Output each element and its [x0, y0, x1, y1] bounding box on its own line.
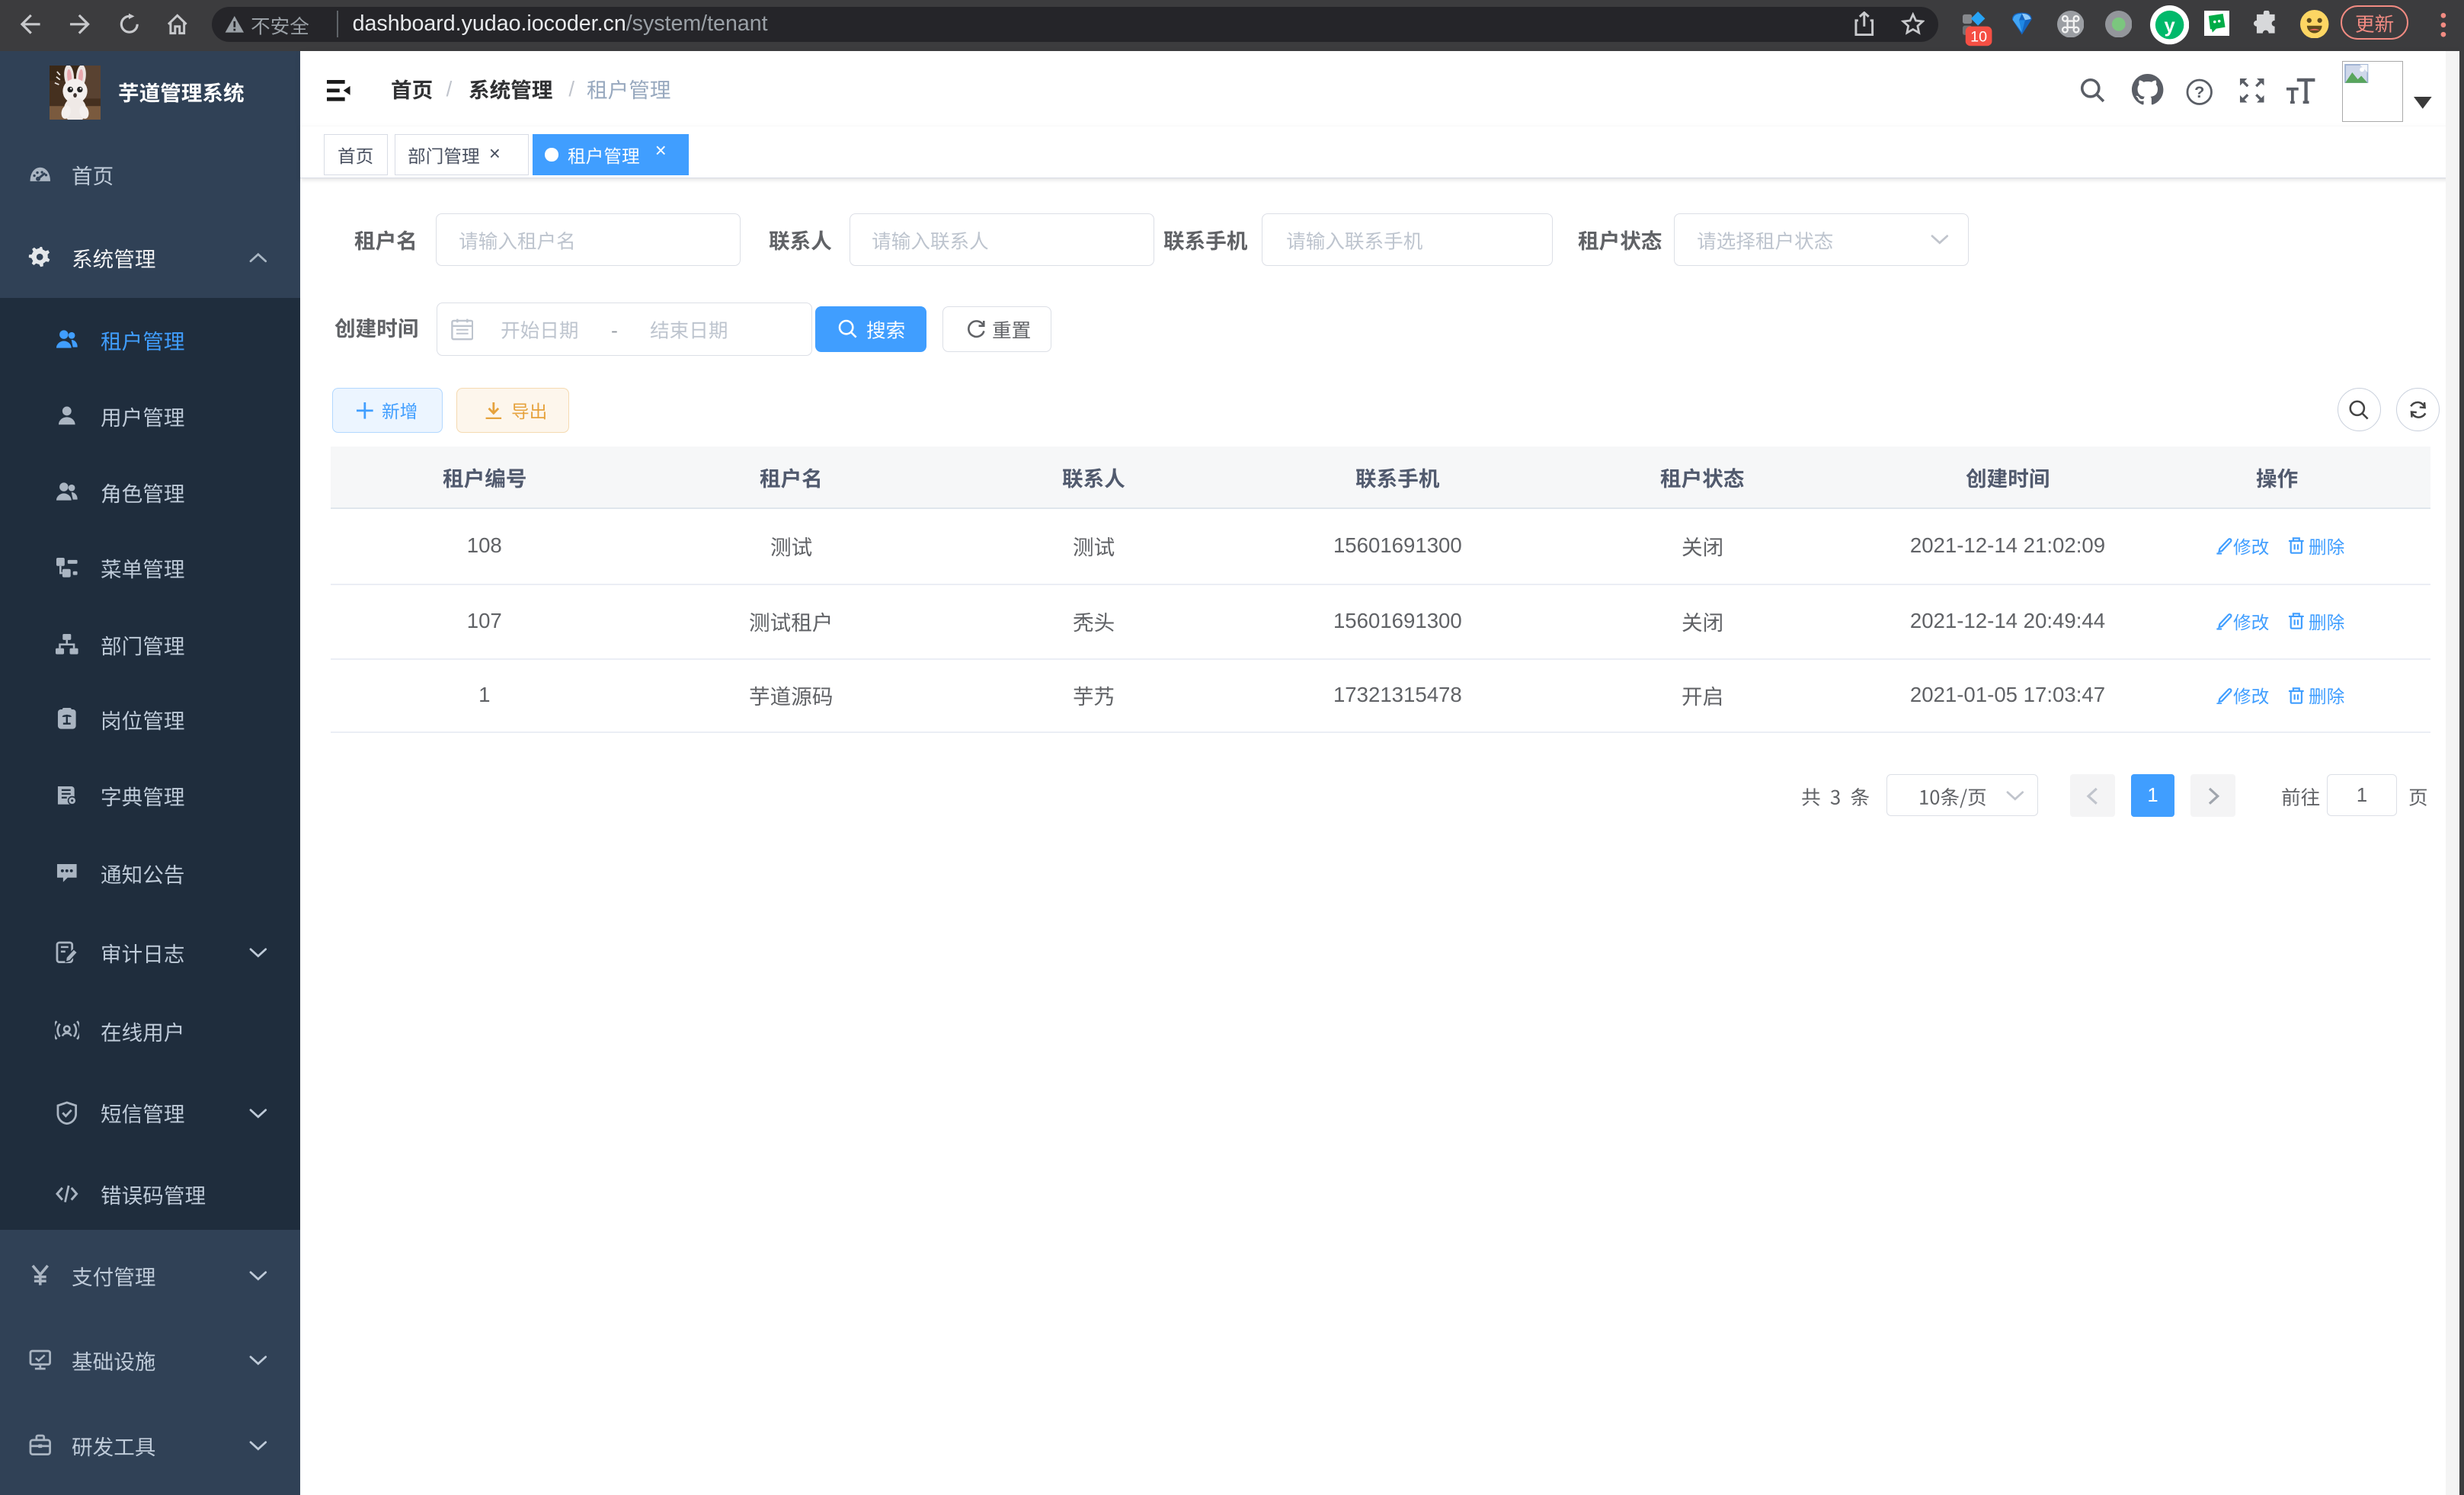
- svg-text:?: ?: [2194, 82, 2204, 101]
- svg-text:y: y: [2164, 16, 2175, 37]
- svg-text:10: 10: [1971, 28, 1988, 45]
